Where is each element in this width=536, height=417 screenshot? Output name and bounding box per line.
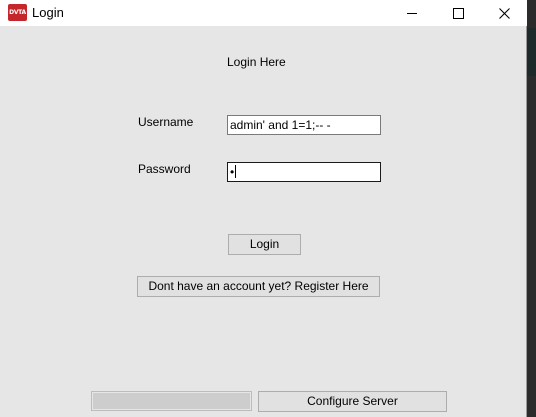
- minimize-icon: [407, 13, 417, 14]
- configure-server-button[interactable]: Configure Server: [258, 391, 447, 412]
- progress-track: [93, 393, 250, 409]
- background-window-edge-right: [526, 0, 536, 417]
- login-heading: Login Here: [227, 55, 286, 69]
- window-title: Login: [32, 5, 64, 20]
- minimize-button[interactable]: [389, 0, 435, 26]
- password-label: Password: [138, 162, 191, 176]
- register-button[interactable]: Dont have an account yet? Register Here: [137, 276, 380, 297]
- maximize-icon: [452, 7, 464, 19]
- text-caret: [235, 165, 237, 178]
- login-button[interactable]: Login: [228, 234, 301, 255]
- username-input[interactable]: admin' and 1=1;-- -: [227, 115, 381, 135]
- close-button[interactable]: [481, 0, 527, 26]
- maximize-button[interactable]: [435, 0, 481, 26]
- password-input[interactable]: •: [227, 162, 381, 182]
- password-input-value: •: [230, 165, 235, 179]
- login-window: DVTA Login Login Here Username admin' an…: [0, 0, 527, 417]
- close-icon: [498, 7, 510, 19]
- background-strip: [526, 28, 536, 76]
- dvta-app-icon: DVTA: [8, 4, 27, 21]
- progress-bar: [91, 391, 252, 411]
- title-bar[interactable]: DVTA Login: [0, 0, 527, 26]
- username-input-value: admin' and 1=1;-- -: [230, 118, 331, 132]
- username-label: Username: [138, 115, 194, 129]
